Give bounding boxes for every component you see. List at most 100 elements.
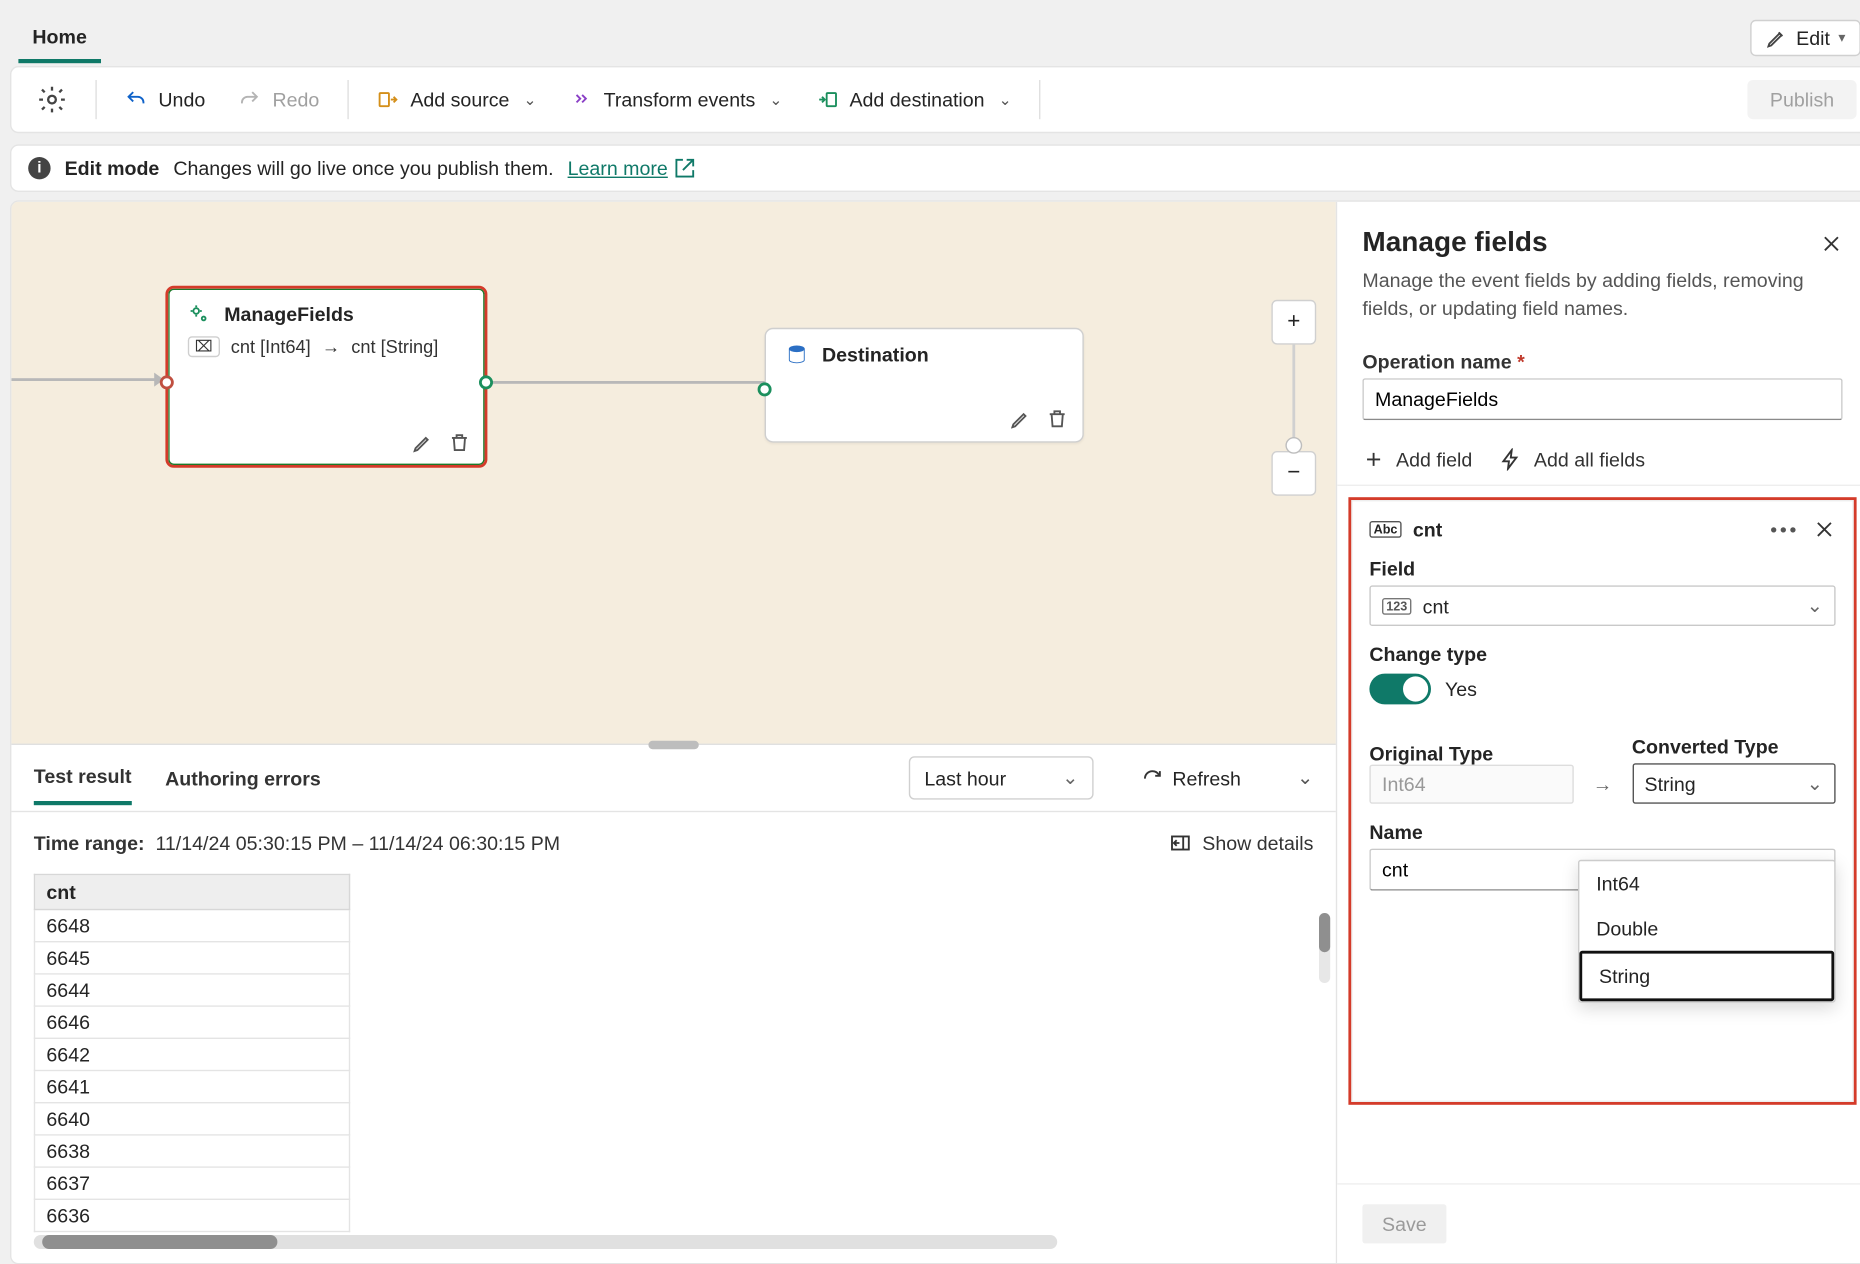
- redo-label: Redo: [272, 88, 319, 110]
- separator: [1040, 80, 1041, 119]
- field-label: Field: [1369, 558, 1835, 580]
- more-icon[interactable]: •••: [1770, 518, 1799, 540]
- tab-home[interactable]: Home: [18, 14, 100, 63]
- toggle-yes: Yes: [1445, 678, 1477, 700]
- chevron-down-icon: ▾: [1838, 30, 1845, 45]
- refresh-icon: [1142, 767, 1164, 789]
- table-row[interactable]: 6641: [35, 1071, 350, 1103]
- zoom-in-button[interactable]: +: [1271, 300, 1316, 345]
- dropdown-option-double[interactable]: Double: [1579, 906, 1834, 951]
- type-123-icon: 123: [1382, 598, 1411, 615]
- transform-events-button[interactable]: Transform events ⌄: [556, 80, 796, 119]
- result-table: cnt 664866456644664666426641664066386637…: [34, 874, 350, 1232]
- time-range-select[interactable]: Last hour ⌄: [909, 756, 1094, 799]
- settings-button[interactable]: [23, 76, 82, 124]
- vertical-scrollbar[interactable]: [1319, 913, 1330, 983]
- zoom-out-button[interactable]: −: [1271, 451, 1316, 496]
- destination-icon: [816, 88, 838, 110]
- operation-name-input[interactable]: [1362, 378, 1842, 420]
- pencil-icon[interactable]: [1010, 408, 1032, 430]
- change-type-toggle[interactable]: [1369, 674, 1431, 705]
- gears-icon: [188, 303, 210, 325]
- port-in[interactable]: [160, 375, 174, 389]
- horizontal-scrollbar[interactable]: [34, 1235, 1058, 1249]
- flow-canvas[interactable]: ManageFields ⌧ cnt [Int64] → cnt [String…: [11, 202, 1335, 745]
- panel-icon: [1169, 832, 1191, 854]
- node-title: ManageFields: [224, 303, 354, 325]
- transform-label: Transform events: [604, 88, 756, 110]
- redo-button[interactable]: Redo: [225, 80, 333, 119]
- tab-authoring-errors[interactable]: Authoring errors: [165, 753, 321, 803]
- add-source-button[interactable]: Add source ⌄: [363, 80, 551, 119]
- panel-subtitle: Manage the event fields by adding fields…: [1337, 268, 1860, 342]
- chevron-down-icon: ⌄: [999, 91, 1012, 109]
- chevron-down-icon[interactable]: ⌄: [1297, 766, 1313, 790]
- learn-more-link[interactable]: Learn more: [568, 157, 696, 179]
- separator: [347, 80, 348, 119]
- trash-icon[interactable]: [448, 431, 470, 453]
- cell: 6644: [35, 974, 350, 1006]
- dropdown-option-int64[interactable]: Int64: [1579, 861, 1834, 906]
- zoom-slider[interactable]: [1292, 345, 1295, 451]
- toolbar: Undo Redo Add source ⌄ Transform events …: [10, 66, 1860, 133]
- add-destination-button[interactable]: Add destination ⌄: [802, 80, 1026, 119]
- publish-button[interactable]: Publish: [1748, 80, 1857, 119]
- table-row[interactable]: 6636: [35, 1199, 350, 1231]
- banner-msg: Changes will go live once you publish th…: [173, 157, 553, 179]
- field-card: Abc cnt ••• Field 123cnt ⌄ Change type: [1351, 500, 1854, 1102]
- cell: 6648: [35, 910, 350, 942]
- node-manage-fields[interactable]: ManageFields ⌧ cnt [Int64] → cnt [String…: [165, 286, 487, 468]
- zoom-control: + −: [1271, 300, 1316, 496]
- cell: 6637: [35, 1167, 350, 1199]
- undo-button[interactable]: Undo: [111, 80, 219, 119]
- converted-type-dropdown: Int64 Double String: [1578, 860, 1836, 1003]
- chevron-down-icon: ⌄: [769, 91, 782, 109]
- add-all-fields-button[interactable]: Add all fields: [1500, 448, 1645, 470]
- node-destination[interactable]: Destination: [765, 328, 1084, 443]
- time-range-value: Last hour: [924, 767, 1006, 789]
- table-row[interactable]: 6648: [35, 910, 350, 942]
- port-in[interactable]: [758, 382, 772, 396]
- external-link-icon: [673, 157, 695, 179]
- field-value: cnt: [1423, 595, 1449, 617]
- edge-line: [487, 381, 767, 384]
- show-details-button[interactable]: Show details: [1169, 832, 1314, 854]
- close-icon[interactable]: [1820, 232, 1842, 254]
- port-out[interactable]: [479, 375, 493, 389]
- redo-icon: [239, 88, 261, 110]
- arrow-icon: →: [1593, 773, 1613, 804]
- pane-resize-handle[interactable]: [648, 741, 698, 749]
- col-header[interactable]: cnt: [35, 875, 350, 910]
- original-type-input: Int64: [1369, 765, 1573, 804]
- lightning-icon: [1500, 448, 1522, 470]
- table-row[interactable]: 6638: [35, 1135, 350, 1167]
- banner-mode: Edit mode: [65, 157, 160, 179]
- close-icon[interactable]: [1813, 518, 1835, 540]
- table-row[interactable]: 6646: [35, 1006, 350, 1038]
- cell: 6641: [35, 1071, 350, 1103]
- cell: 6645: [35, 942, 350, 974]
- chevron-down-icon: ⌄: [1807, 594, 1823, 618]
- pencil-icon: [1765, 27, 1787, 49]
- show-details-label: Show details: [1202, 832, 1313, 854]
- add-field-button[interactable]: Add field: [1362, 448, 1472, 470]
- table-row[interactable]: 6645: [35, 942, 350, 974]
- original-type-label: Original Type: [1369, 742, 1573, 764]
- converted-type-select[interactable]: String ⌄: [1632, 763, 1836, 804]
- refresh-button[interactable]: Refresh: [1128, 767, 1255, 789]
- pencil-icon[interactable]: [412, 431, 434, 453]
- arrow-icon: →: [322, 336, 340, 357]
- table-row[interactable]: 6642: [35, 1038, 350, 1070]
- node-title: Destination: [822, 343, 929, 365]
- tab-test-result[interactable]: Test result: [34, 751, 132, 806]
- table-row[interactable]: 6644: [35, 974, 350, 1006]
- dropdown-option-string[interactable]: String: [1579, 951, 1834, 1001]
- edit-button[interactable]: Edit ▾: [1750, 20, 1860, 56]
- table-row[interactable]: 6637: [35, 1167, 350, 1199]
- mf-from: cnt [Int64]: [231, 336, 311, 357]
- trash-icon[interactable]: [1046, 408, 1068, 430]
- save-button[interactable]: Save: [1362, 1204, 1446, 1243]
- field-select[interactable]: 123 cnt ⌄: [1369, 586, 1835, 627]
- table-row[interactable]: 6640: [35, 1103, 350, 1135]
- zoom-knob[interactable]: [1285, 437, 1302, 454]
